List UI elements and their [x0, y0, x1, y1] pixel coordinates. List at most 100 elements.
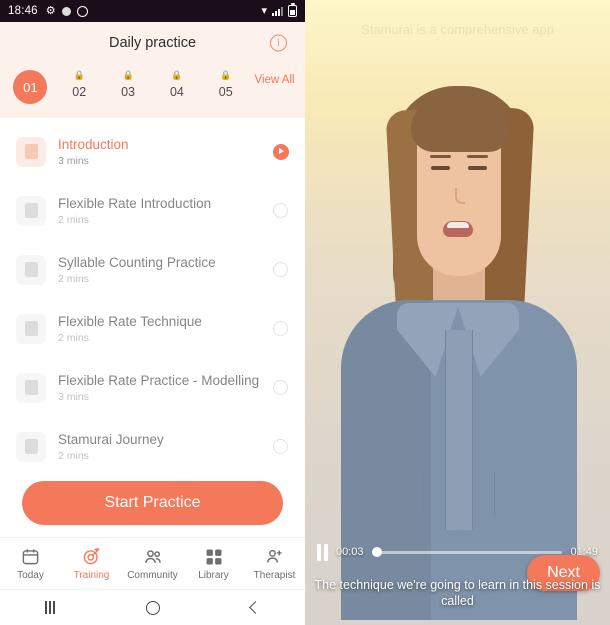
video-pane[interactable]: Stamurai is a comprehensive app 00:03 01… [305, 0, 610, 625]
lesson-action[interactable] [273, 143, 289, 160]
pause-icon[interactable] [317, 543, 328, 561]
lesson-action[interactable] [273, 203, 289, 218]
lesson-action[interactable] [273, 262, 289, 277]
people-icon [143, 547, 163, 567]
page-title: Daily practice [108, 35, 197, 51]
list-item[interactable]: Stamurai Journey 2 mins [0, 417, 305, 475]
tab-training[interactable]: Training [61, 547, 122, 581]
tab-library[interactable]: Library [183, 547, 244, 581]
lesson-duration: 2 mins [58, 331, 89, 344]
lesson-meta: Flexible Rate Practice - Modelling 3 min… [58, 373, 261, 403]
lesson-thumbnail-icon [16, 313, 46, 344]
gear-icon: ⚙ [45, 4, 56, 17]
list-item[interactable]: Introduction 3 mins [0, 122, 305, 181]
step-label: 04 [169, 85, 184, 99]
lesson-action[interactable] [273, 439, 289, 454]
lesson-title: Stamurai Journey [58, 431, 164, 447]
circle-icon [273, 262, 288, 277]
tab-label: Today [17, 569, 44, 581]
video-caption: The technique we're going to learn in th… [314, 578, 601, 608]
tab-community[interactable]: Community [122, 547, 183, 581]
tab-label: Library [198, 569, 229, 581]
view-all-button[interactable]: View All [250, 70, 299, 87]
lesson-thumbnail-icon [16, 195, 46, 226]
list-item[interactable]: Flexible Rate Practice - Modelling 3 min… [0, 358, 305, 417]
status-left-icons: ⚙ [45, 4, 88, 17]
video-person-illustration [305, 0, 610, 625]
view-all-label: View All [254, 74, 295, 86]
lesson-meta: Stamurai Journey 2 mins [58, 432, 261, 462]
status-bar: 18:46 ⚙ ▾ [0, 0, 305, 22]
lock-icon: 🔒 [122, 70, 134, 80]
lesson-duration: 3 mins [58, 154, 89, 167]
lesson-thumbnail-icon [16, 136, 46, 167]
step-item-02[interactable]: 🔒 02 [55, 70, 104, 99]
tab-therapist[interactable]: Therapist [244, 547, 305, 581]
circle-icon [273, 321, 288, 336]
list-item[interactable]: Flexible Rate Technique 2 mins [0, 299, 305, 358]
status-right-icons: ▾ [261, 3, 297, 17]
step-item-04[interactable]: 🔒 04 [152, 70, 201, 99]
phone-pane: 18:46 ⚙ ▾ Daily practice i 01 🔒 02 🔒 03 … [0, 0, 305, 625]
lesson-duration: 2 mins [58, 213, 89, 226]
screen-root: 18:46 ⚙ ▾ Daily practice i 01 🔒 02 🔒 03 … [0, 0, 610, 625]
step-label: 03 [121, 85, 136, 99]
lesson-meta: Introduction 3 mins [58, 137, 261, 167]
dot-icon [61, 6, 71, 16]
recents-icon[interactable] [45, 601, 56, 614]
lesson-list: Introduction 3 mins Flexible Rate Introd… [0, 118, 305, 475]
grid-icon [205, 547, 223, 567]
lesson-meta: Flexible Rate Introduction 2 mins [58, 196, 261, 226]
bottom-tab-bar: Today Training Community Library Therapi… [0, 537, 305, 589]
lock-icon: 🔒 [220, 70, 232, 80]
step-label: 02 [72, 85, 87, 99]
video-current-time: 00:03 [336, 546, 364, 558]
video-progress-slider[interactable] [371, 547, 563, 557]
step-item-05[interactable]: 🔒 05 [201, 70, 250, 99]
lesson-title: Flexible Rate Technique [58, 313, 202, 329]
lesson-meta: Syllable Counting Practice 2 mins [58, 255, 261, 285]
circle-icon [273, 203, 288, 218]
video-progress-knob[interactable] [371, 547, 382, 557]
lesson-title: Flexible Rate Practice - Modelling [58, 372, 260, 388]
tab-label: Therapist [253, 569, 296, 581]
lock-icon: 🔒 [171, 70, 183, 80]
lesson-duration: 2 mins [58, 449, 89, 462]
step-item-01[interactable]: 01 [6, 70, 55, 104]
battery-icon [288, 3, 297, 17]
google-icon [76, 5, 88, 17]
lesson-thumbnail-icon [16, 372, 46, 403]
person-add-icon [265, 547, 284, 567]
circle-icon [273, 380, 288, 395]
tab-today[interactable]: Today [0, 547, 61, 581]
step-strip: 01 🔒 02 🔒 03 🔒 04 🔒 05 View All [0, 64, 305, 118]
wifi-icon: ▾ [261, 4, 267, 17]
info-icon[interactable]: i [270, 34, 287, 52]
play-icon[interactable] [273, 143, 289, 160]
list-item[interactable]: Syllable Counting Practice 2 mins [0, 240, 305, 299]
home-icon[interactable] [145, 600, 160, 615]
status-time: 18:46 [8, 5, 38, 17]
tab-label: Community [127, 569, 178, 581]
list-item[interactable]: Flexible Rate Introduction 2 mins [0, 181, 305, 240]
start-practice-button[interactable]: Start Practice [22, 481, 283, 525]
lesson-thumbnail-icon [16, 254, 46, 285]
app-header: Daily practice i [0, 22, 305, 64]
lesson-title: Syllable Counting Practice [58, 254, 216, 270]
lesson-title: Flexible Rate Introduction [58, 195, 212, 211]
back-icon[interactable] [248, 601, 262, 614]
target-icon [82, 547, 101, 567]
lesson-action[interactable] [273, 380, 289, 395]
android-nav-bar [0, 589, 305, 625]
lesson-thumbnail-icon [16, 431, 46, 462]
lesson-action[interactable] [273, 321, 289, 336]
step-circle: 01 [13, 70, 48, 104]
step-item-03[interactable]: 🔒 03 [104, 70, 153, 99]
calendar-icon [21, 547, 40, 567]
signal-icon [272, 6, 283, 16]
circle-icon [273, 439, 288, 454]
lesson-duration: 2 mins [58, 272, 89, 285]
tab-label: Training [73, 569, 110, 581]
lesson-duration: 3 mins [58, 390, 89, 403]
cta-container: Start Practice [0, 475, 305, 537]
